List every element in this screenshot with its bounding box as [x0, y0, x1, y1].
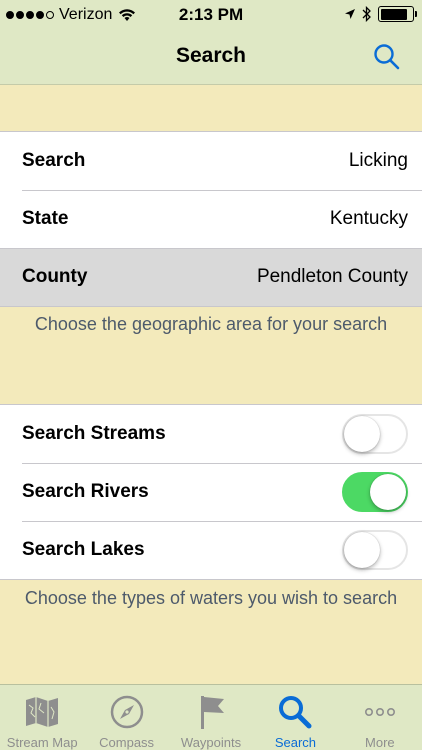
- row-value: Pendleton County: [256, 266, 408, 287]
- status-bar: Verizon 2:13 PM: [0, 0, 422, 30]
- tab-bar: Stream Map Compass Waypoints Search More: [0, 684, 422, 750]
- map-icon: [26, 697, 59, 727]
- waters-footer: Choose the types of waters you wish to s…: [24, 588, 398, 608]
- county-row[interactable]: County Pendleton County: [0, 248, 422, 306]
- state-row[interactable]: State Kentucky: [0, 190, 422, 248]
- search-rivers-row: Search Rivers: [0, 463, 422, 521]
- tab-label: Waypoints: [180, 735, 242, 750]
- more-icon: [364, 708, 395, 717]
- battery-level: [380, 8, 407, 20]
- tab-search[interactable]: Search: [253, 685, 337, 750]
- bluetooth-icon: [362, 6, 371, 22]
- tab-more[interactable]: More: [338, 685, 422, 750]
- search-icon[interactable]: [372, 42, 402, 72]
- location-arrow-icon: [345, 9, 355, 19]
- tab-label: More: [365, 735, 395, 750]
- row-label: State: [22, 208, 69, 229]
- flag-icon: [201, 696, 225, 729]
- tab-label: Search: [274, 735, 317, 750]
- row-value: Kentucky: [329, 208, 408, 229]
- row-label: Search Streams: [22, 423, 166, 444]
- row-value: Licking: [348, 150, 408, 171]
- row-label: Search: [22, 150, 86, 171]
- tab-compass[interactable]: Compass: [84, 685, 168, 750]
- search-name-row[interactable]: Search Licking: [0, 132, 422, 190]
- row-label: Search Lakes: [22, 539, 145, 560]
- row-label: County: [22, 266, 88, 287]
- tab-waypoints[interactable]: Waypoints: [169, 685, 253, 750]
- compass-icon: [110, 695, 143, 729]
- page-title: Search: [175, 44, 247, 67]
- location-footer: Choose the geographic area for your sear…: [34, 314, 388, 334]
- navigation-bar: Search: [0, 30, 422, 85]
- search-streams-toggle[interactable]: [342, 414, 408, 454]
- search-lakes-row: Search Lakes: [0, 521, 422, 579]
- tab-stream-map[interactable]: Stream Map: [0, 685, 84, 750]
- waters-group: Search Streams Search Rivers Search Lake…: [0, 404, 422, 580]
- search-lakes-toggle[interactable]: [342, 530, 408, 570]
- search-streams-row: Search Streams: [0, 405, 422, 463]
- search-rivers-toggle[interactable]: [342, 472, 408, 512]
- battery-icon: [378, 6, 417, 22]
- status-right: [344, 6, 417, 22]
- location-group: Search Licking State Kentucky County Pen…: [0, 131, 422, 307]
- search-icon: [279, 696, 312, 729]
- row-label: Search Rivers: [22, 481, 149, 502]
- tab-label: Compass: [99, 735, 155, 750]
- tab-label: Stream Map: [6, 735, 78, 750]
